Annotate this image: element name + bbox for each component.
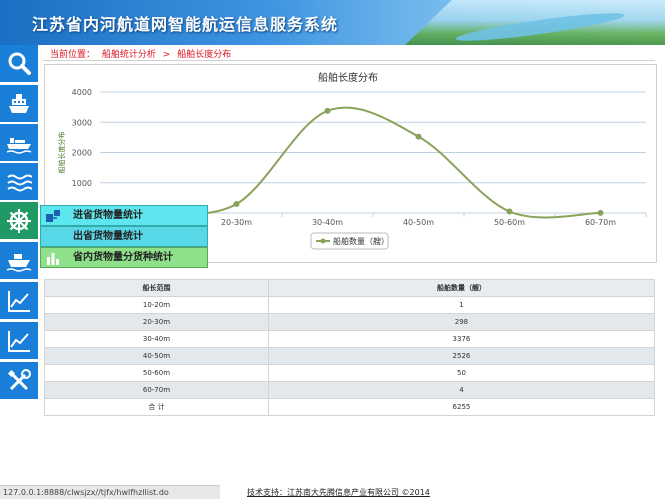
data-point <box>324 107 331 114</box>
data-point <box>506 208 513 215</box>
sidebar-item-analysis[interactable] <box>0 322 38 360</box>
line-chart-icon <box>8 331 30 352</box>
column-header-length-range: 船长范围 <box>44 279 269 297</box>
cargo-ship-icon <box>6 138 32 154</box>
table-header-row: 船长范围 船舶数量（艘） <box>44 279 656 297</box>
cell-total-count: 6255 <box>267 398 656 416</box>
header-banner: 江苏省内河航道网智能航运信息服务系统 <box>0 0 665 45</box>
data-point <box>597 209 604 216</box>
cell-count: 50 <box>267 364 656 382</box>
sidebar-item-search[interactable] <box>0 45 38 83</box>
menu-item-outbound-cargo[interactable]: 出省货物量统计 <box>40 226 208 247</box>
menu-item-label: 出省货物量统计 <box>73 231 143 242</box>
ship-icon <box>6 254 32 272</box>
column-header-ship-count: 船舶数量（艘） <box>267 279 656 297</box>
breadcrumb: 当前位置： 船舶统计分析 > 船舶长度分布 <box>50 47 235 60</box>
cargo-transfer-icon <box>46 210 60 222</box>
cell-range: 10-20m <box>44 296 269 314</box>
waves-icon <box>7 174 32 192</box>
table-row: 50-60m 50 <box>44 364 656 382</box>
x-tick-label: 40-50m <box>403 218 434 227</box>
cell-range: 30-40m <box>44 330 269 348</box>
y-axis-label: 船舶长度分布 <box>57 132 66 174</box>
x-tick-label: 20-30m <box>221 218 252 227</box>
sidebar-item-cargo-ship[interactable] <box>0 124 38 162</box>
cell-count: 2526 <box>267 347 656 365</box>
table-total-row: 合 计 6255 <box>44 398 656 416</box>
x-tick-label: 60-70m <box>585 218 616 227</box>
sidebar-item-tools[interactable] <box>0 362 38 400</box>
cell-range: 60-70m <box>44 381 269 399</box>
x-tick-label: 50-60m <box>494 218 525 227</box>
sidebar-item-navigation[interactable] <box>0 202 38 240</box>
sidebar-item-ship-info[interactable] <box>0 85 38 123</box>
ship-front-icon <box>9 94 29 113</box>
footer-credit[interactable]: 技术支持：江苏南大先腾信息产业有限公司 ©2014 <box>247 487 430 498</box>
sidebar <box>0 45 39 485</box>
legend-label: 船舶数量（艘） <box>333 236 389 246</box>
table-row: 20-30m 298 <box>44 313 656 331</box>
y-tick-label: 3000 <box>72 118 92 127</box>
app-title: 江苏省内河航道网智能航运信息服务系统 <box>32 15 339 34</box>
search-icon <box>8 52 31 75</box>
table-row: 30-40m 3376 <box>44 330 656 348</box>
status-bar-url: 127.0.0.1:8888/clwsjzx//tjfx/hwlfhzllist… <box>0 485 220 499</box>
table-row: 60-70m 4 <box>44 381 656 399</box>
menu-item-label: 省内货物量分货种统计 <box>73 252 173 263</box>
length-distribution-table: 船长范围 船舶数量（艘） 10-20m 1 20-30m 298 30-40m 337… <box>44 279 656 416</box>
series-line <box>145 106 601 219</box>
table-row: 10-20m 1 <box>44 296 656 314</box>
breadcrumb-divider <box>43 60 655 61</box>
line-chart-icon <box>8 291 30 312</box>
data-point <box>415 133 422 140</box>
breadcrumb-label: 当前位置： <box>50 50 96 60</box>
breadcrumb-separator: > <box>162 50 171 60</box>
cell-total-label: 合 计 <box>44 398 269 416</box>
bar-chart-icon <box>47 253 59 265</box>
popup-menu: 进省货物量统计 出省货物量统计 省内货物量分货种统计 <box>40 205 208 268</box>
cell-range: 40-50m <box>44 347 269 365</box>
cell-count: 3376 <box>267 330 656 348</box>
cell-count: 298 <box>267 313 656 331</box>
sidebar-item-waterway[interactable] <box>0 163 38 201</box>
x-tick-label: 30-40m <box>312 218 343 227</box>
y-tick-label: 2000 <box>72 149 92 158</box>
breadcrumb-link-ship-stats[interactable]: 船舶统计分析 <box>102 50 156 60</box>
helm-wheel-icon <box>7 209 31 233</box>
y-tick-label: 1000 <box>72 179 92 188</box>
tools-icon <box>7 369 31 391</box>
legend-marker <box>320 238 326 244</box>
y-tick-label: 4000 <box>72 88 92 97</box>
sidebar-item-statistics[interactable] <box>0 282 38 320</box>
cell-count: 1 <box>267 296 656 314</box>
cell-count: 4 <box>267 381 656 399</box>
breadcrumb-current: 船舶长度分布 <box>177 50 232 60</box>
data-point <box>233 200 240 207</box>
sidebar-item-ship[interactable] <box>0 242 38 280</box>
menu-item-cargo-by-type[interactable]: 省内货物量分货种统计 <box>40 247 208 268</box>
table-row: 40-50m 2526 <box>44 347 656 365</box>
cell-range: 50-60m <box>44 364 269 382</box>
menu-item-inbound-cargo[interactable]: 进省货物量统计 <box>40 205 208 226</box>
menu-item-label: 进省货物量统计 <box>73 210 143 221</box>
cell-range: 20-30m <box>44 313 269 331</box>
chart-title: 船舶长度分布 <box>318 71 378 84</box>
